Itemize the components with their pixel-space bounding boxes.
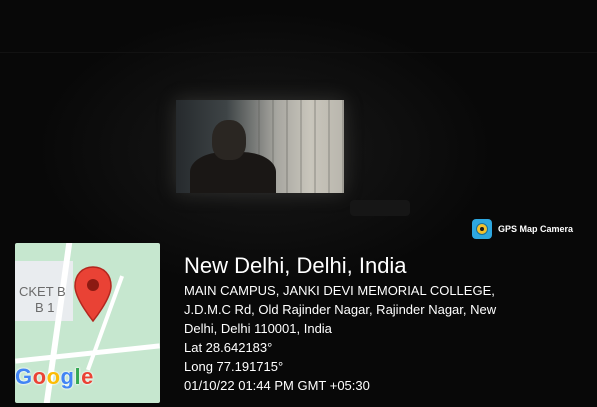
- address-line-1: MAIN CAMPUS, JANKI DEVI MEMORIAL COLLEGE…: [184, 283, 495, 298]
- projector-screen: [176, 100, 344, 193]
- city-title: New Delhi, Delhi, India: [184, 253, 407, 278]
- gps-map-camera-app-icon: [472, 219, 492, 239]
- timestamp-text: 01/10/22 01:44 PM GMT +05:30: [184, 378, 370, 393]
- app-watermark: GPS Map Camera: [472, 219, 573, 239]
- map-place-label: CKET B: [19, 284, 66, 299]
- longitude-text: Long 77.191715°: [184, 359, 284, 374]
- address-line-3: Delhi, Delhi 110001, India: [184, 321, 332, 336]
- stage-object: [350, 200, 410, 216]
- map-road: [15, 343, 160, 364]
- screen-person-head: [212, 120, 246, 160]
- latitude-text: Lat 28.642183°: [184, 340, 273, 355]
- app-watermark-label: GPS Map Camera: [498, 224, 574, 234]
- address-line-2: J.D.M.C Rd, Old Rajinder Nagar, Rajinder…: [184, 302, 497, 317]
- location-info: New Delhi, Delhi, India MAIN CAMPUS, JAN…: [184, 253, 496, 395]
- map-place-label-2: B 1: [35, 300, 55, 315]
- google-logo: Google: [15, 364, 94, 389]
- ceiling-edge: [0, 52, 597, 53]
- location-map-thumbnail[interactable]: CKET B B 1 Google: [15, 243, 160, 403]
- location-pin-icon: [74, 266, 112, 323]
